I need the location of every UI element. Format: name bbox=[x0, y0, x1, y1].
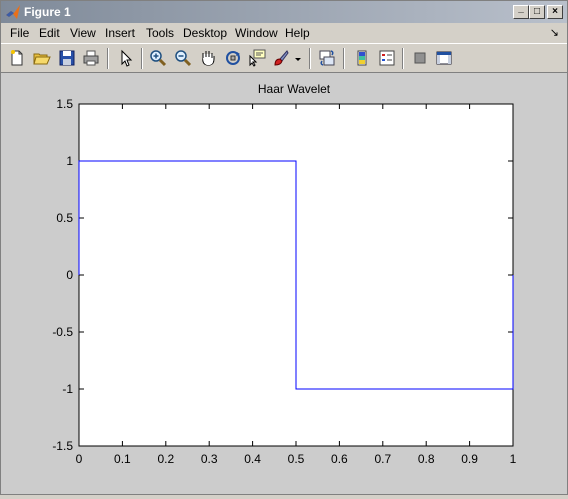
menu-edit[interactable]: Edit bbox=[39, 26, 60, 40]
hide-plot-tools-icon[interactable] bbox=[410, 48, 430, 68]
matlab-logo-icon bbox=[6, 5, 20, 19]
x-tick-label: 0.1 bbox=[114, 452, 131, 466]
data-cursor-icon[interactable] bbox=[247, 48, 267, 68]
close-icon: × bbox=[552, 6, 558, 17]
new-figure-icon[interactable] bbox=[7, 48, 27, 68]
maximize-button[interactable]: □ bbox=[529, 5, 545, 19]
x-tick-label: 0.7 bbox=[374, 452, 391, 466]
chevron-down-icon[interactable] bbox=[293, 48, 303, 68]
menu-window[interactable]: Window bbox=[235, 26, 278, 40]
brush-icon[interactable] bbox=[271, 48, 291, 68]
y-tick-label: 1 bbox=[66, 154, 73, 168]
menu-view[interactable]: View bbox=[70, 26, 96, 40]
show-plot-tools-icon[interactable] bbox=[434, 48, 454, 68]
menu-help[interactable]: Help bbox=[285, 26, 310, 40]
open-file-icon[interactable] bbox=[32, 48, 52, 68]
toolbar-separator bbox=[343, 48, 345, 69]
chart-title: Haar Wavelet bbox=[258, 82, 331, 96]
y-tick-label: 0 bbox=[66, 268, 73, 282]
menu-bar: File Edit View Insert Tools Desktop Wind… bbox=[1, 24, 567, 42]
close-button[interactable]: × bbox=[547, 5, 563, 19]
legend-icon[interactable] bbox=[377, 48, 397, 68]
zoom-in-icon[interactable] bbox=[148, 48, 168, 68]
x-tick-label: 0.2 bbox=[157, 452, 174, 466]
x-tick-label: 0.4 bbox=[244, 452, 261, 466]
menu-desktop[interactable]: Desktop bbox=[183, 26, 227, 40]
x-tick-label: 0.5 bbox=[288, 452, 305, 466]
x-tick-label: 0 bbox=[76, 452, 83, 466]
figure-toolbar bbox=[1, 43, 567, 73]
toolbar-separator bbox=[107, 48, 109, 69]
title-bar[interactable]: Figure 1 _ □ × bbox=[1, 1, 567, 23]
x-tick-label: 0.8 bbox=[418, 452, 435, 466]
pan-hand-icon[interactable] bbox=[198, 48, 218, 68]
window-title: Figure 1 bbox=[24, 5, 71, 19]
y-tick-label: -0.5 bbox=[52, 325, 73, 339]
haar-wavelet-chart[interactable]: Haar Wavelet 0 0.1 0.2 0.3 0.4 0.5 0.6 0.7 0.8 0.… bbox=[1, 73, 567, 494]
minimize-button[interactable]: _ bbox=[513, 3, 529, 19]
menu-tools[interactable]: Tools bbox=[146, 26, 174, 40]
figure-window: Figure 1 _ □ × File Edit View Insert Too… bbox=[0, 0, 568, 495]
x-tick-label: 1 bbox=[510, 452, 517, 466]
x-tick-label: 0.9 bbox=[461, 452, 478, 466]
dock-figure-icon[interactable]: ↘ bbox=[550, 26, 559, 39]
menu-insert[interactable]: Insert bbox=[105, 26, 135, 40]
y-tick-label: 1.5 bbox=[56, 97, 73, 111]
menu-file[interactable]: File bbox=[10, 26, 29, 40]
link-plot-icon[interactable] bbox=[317, 48, 337, 68]
edit-plot-arrow-icon[interactable] bbox=[116, 48, 136, 68]
toolbar-separator bbox=[141, 48, 143, 69]
save-icon[interactable] bbox=[57, 48, 77, 68]
toolbar-separator bbox=[402, 48, 404, 69]
rotate-3d-icon[interactable] bbox=[223, 48, 243, 68]
maximize-icon: □ bbox=[533, 6, 541, 17]
x-tick-label: 0.6 bbox=[331, 452, 348, 466]
y-tick-label: -1 bbox=[62, 382, 73, 396]
minimize-icon: _ bbox=[518, 3, 524, 14]
colorbar-icon[interactable] bbox=[352, 48, 372, 68]
toolbar-separator bbox=[309, 48, 311, 69]
print-icon[interactable] bbox=[81, 48, 101, 68]
y-tick-label: 0.5 bbox=[56, 211, 73, 225]
figure-canvas: Haar Wavelet 0 0.1 0.2 0.3 0.4 0.5 0.6 0.7 0.8 0.… bbox=[1, 73, 567, 494]
zoom-out-icon[interactable] bbox=[173, 48, 193, 68]
y-tick-label: -1.5 bbox=[52, 439, 73, 453]
x-tick-label: 0.3 bbox=[201, 452, 218, 466]
